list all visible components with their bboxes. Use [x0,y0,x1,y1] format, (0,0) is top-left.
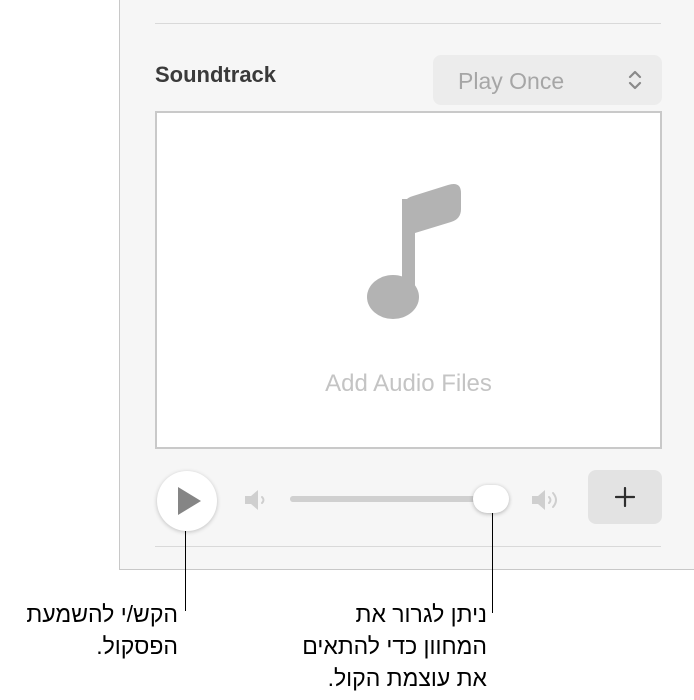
play-callout-line-2: הפסקול. [96,633,178,659]
speaker-high-icon [532,490,557,510]
audio-drop-zone[interactable]: Add Audio Files [155,111,662,449]
section-title: Soundtrack [155,62,277,87]
play-icon [178,487,201,515]
play-callout-line [185,531,186,611]
music-note-icon [367,184,461,319]
plus-icon [615,487,635,507]
slider-callout-line [492,513,493,613]
soundtrack-inspector-panel: Soundtrack Play Once Add Audio Files [119,0,694,570]
volume-slider-fill [290,496,490,502]
play-callout-line-1: הקש/י להשמעת [26,601,178,627]
bottom-divider [155,546,661,547]
slider-callout-line-2: המחוון כדי להתאים [302,633,487,659]
play-button[interactable] [157,471,217,531]
playback-mode-value: Play Once [458,68,565,94]
add-audio-files-label: Add Audio Files [325,370,492,397]
up-down-chevron-icon [628,70,642,90]
play-callout-text: הקש/י להשמעת הפסקול. [26,598,178,662]
slider-callout-line-3: את עוצמת הקול. [327,665,487,691]
slider-callout-text: ניתן לגרור את המחוון כדי להתאים את עוצמת… [302,598,487,694]
slider-callout-line-1: ניתן לגרור את [355,601,487,627]
playback-mode-popup[interactable]: Play Once [433,55,662,105]
top-divider [155,23,661,24]
speaker-low-icon [245,490,265,510]
add-audio-button[interactable] [588,470,662,524]
volume-slider-thumb[interactable] [473,485,509,513]
